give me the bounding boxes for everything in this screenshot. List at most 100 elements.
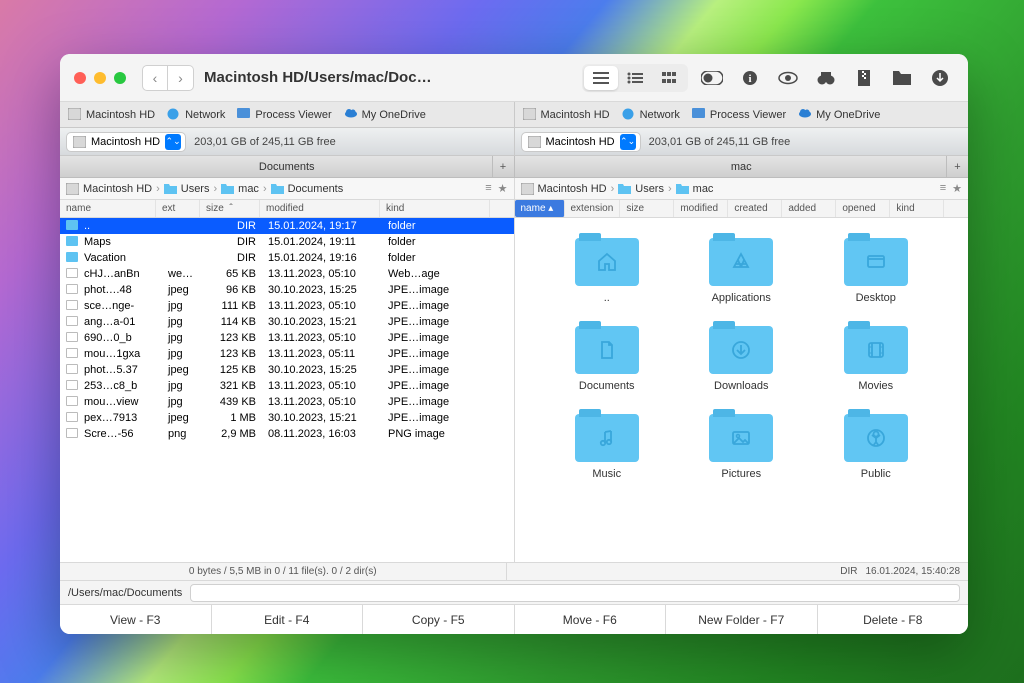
folder-label: Downloads <box>714 380 768 392</box>
file-list-pane[interactable]: ..DIR15.01.2024, 19:17folderMapsDIR15.01… <box>60 218 515 562</box>
chevron-right-icon: › <box>668 183 672 195</box>
folder-item[interactable]: Public <box>814 414 939 480</box>
new-tab-right-button[interactable]: + <box>946 156 968 177</box>
file-modified: 13.11.2023, 05:10 <box>262 268 382 280</box>
drive-tab[interactable]: Network <box>622 108 680 121</box>
file-ext: jpeg <box>162 284 202 296</box>
breadcrumb-item[interactable]: mac <box>238 183 259 195</box>
file-row[interactable]: pex…7913jpeg1 MB30.10.2023, 15:21JPE…ima… <box>60 410 514 426</box>
file-name: mou…1gxa <box>78 348 162 360</box>
column-header-extension[interactable]: extension <box>565 200 621 217</box>
column-header-size[interactable]: size ˆ <box>200 200 260 217</box>
folder-item[interactable]: Music <box>545 414 670 480</box>
file-row[interactable]: phot….48jpeg96 KB30.10.2023, 15:25JPE…im… <box>60 282 514 298</box>
folder-item[interactable]: Desktop <box>814 238 939 304</box>
file-row[interactable]: ang…a-01jpg114 KB30.10.2023, 15:21JPE…im… <box>60 314 514 330</box>
view-mode-grid[interactable] <box>652 66 686 90</box>
preview-icon[interactable] <box>774 66 802 90</box>
download-circle-icon[interactable] <box>926 66 954 90</box>
view-mode-list[interactable] <box>618 66 652 90</box>
column-header-name[interactable]: name ▴ <box>515 200 565 217</box>
info-icon[interactable]: i <box>736 66 764 90</box>
file-row[interactable]: cHJ…anBnwe…65 KB13.11.2023, 05:10Web…age <box>60 266 514 282</box>
file-row[interactable]: 690…0_bjpg123 KB13.11.2023, 05:10JPE…ima… <box>60 330 514 346</box>
new-tab-left-button[interactable]: + <box>492 156 514 177</box>
drive-tab[interactable]: Macintosh HD <box>68 108 155 121</box>
breadcrumb-item[interactable]: Macintosh HD <box>83 183 152 195</box>
folder-item[interactable]: .. <box>545 238 670 304</box>
column-header-modified[interactable]: modified <box>260 200 380 217</box>
column-header-name[interactable]: name <box>60 200 156 217</box>
file-row[interactable]: 253…c8_bjpg321 KB13.11.2023, 05:10JPE…im… <box>60 378 514 394</box>
drive-tab[interactable]: Network <box>167 108 225 121</box>
icon-grid-pane[interactable]: ..ApplicationsDesktop Documents Downloads M… <box>515 218 969 562</box>
column-header-created[interactable]: created <box>728 200 782 217</box>
back-button[interactable]: ‹ <box>142 65 168 91</box>
column-header-kind[interactable]: kind <box>890 200 944 217</box>
folder-toolbar-icon[interactable] <box>888 66 916 90</box>
column-header-modified[interactable]: modified <box>674 200 728 217</box>
drive-selector-right[interactable]: Macintosh HD ⌃⌄ <box>521 132 641 152</box>
forward-button[interactable]: › <box>168 65 194 91</box>
file-row[interactable]: phot…5.37jpeg125 KB30.10.2023, 15:25JPE…… <box>60 362 514 378</box>
pane-header-right[interactable]: mac + <box>515 156 969 178</box>
file-row[interactable]: mou…viewjpg439 KB13.11.2023, 05:10JPE…im… <box>60 394 514 410</box>
window-title: Macintosh HD/Users/mac/Docu... <box>204 69 434 86</box>
folder-item[interactable]: Pictures <box>679 414 804 480</box>
folder-item[interactable]: Applications <box>679 238 804 304</box>
breadcrumb-item[interactable]: Documents <box>288 183 344 195</box>
file-name: Scre…-56 <box>78 428 162 440</box>
file-row[interactable]: ..DIR15.01.2024, 19:17folder <box>60 218 514 234</box>
favorite-star-icon[interactable]: ★ <box>498 182 508 195</box>
file-row[interactable]: Scre…-56png2,9 MB08.11.2023, 16:03PNG im… <box>60 426 514 442</box>
file-row[interactable]: mou…1gxajpg123 KB13.11.2023, 05:11JPE…im… <box>60 346 514 362</box>
favorite-star-icon[interactable]: ★ <box>952 182 962 195</box>
drive-tab[interactable]: Process Viewer <box>692 108 786 121</box>
folder-item[interactable]: Movies <box>814 326 939 392</box>
drive-tab[interactable]: Macintosh HD <box>523 108 610 121</box>
file-name: Vacation <box>78 252 162 264</box>
drive-tab[interactable]: My OneDrive <box>798 108 880 121</box>
binoculars-icon[interactable] <box>812 66 840 90</box>
function-button[interactable]: Edit - F4 <box>212 605 364 634</box>
pane-header-left[interactable]: Documents + <box>60 156 515 178</box>
column-header-kind[interactable]: kind <box>380 200 490 217</box>
minimize-window-button[interactable] <box>94 72 106 84</box>
file-row[interactable]: MapsDIR15.01.2024, 19:11folder <box>60 234 514 250</box>
toggle-switch-icon[interactable] <box>698 66 726 90</box>
column-header-opened[interactable]: opened <box>836 200 890 217</box>
path-input[interactable] <box>190 584 960 602</box>
view-mode-bars[interactable] <box>584 66 618 90</box>
file-icon <box>66 412 78 422</box>
column-header-ext[interactable]: ext <box>156 200 200 217</box>
close-window-button[interactable] <box>74 72 86 84</box>
function-button[interactable]: View - F3 <box>60 605 212 634</box>
folder-item[interactable]: Documents <box>545 326 670 392</box>
breadcrumb-item[interactable]: Macintosh HD <box>538 183 607 195</box>
archive-icon[interactable] <box>850 66 878 90</box>
folder-icon <box>221 184 234 194</box>
list-small-icon[interactable]: ≡ <box>485 182 491 195</box>
file-size: 123 KB <box>202 348 262 360</box>
folder-icon <box>575 414 639 462</box>
file-icon <box>66 332 78 342</box>
function-button[interactable]: New Folder - F7 <box>666 605 818 634</box>
file-row[interactable]: sce…nge-jpg111 KB13.11.2023, 05:10JPE…im… <box>60 298 514 314</box>
folder-item[interactable]: Downloads <box>679 326 804 392</box>
file-row[interactable]: VacationDIR15.01.2024, 19:16folder <box>60 250 514 266</box>
drive-tab[interactable]: Process Viewer <box>237 108 331 121</box>
column-header-added[interactable]: added <box>782 200 836 217</box>
breadcrumb-item[interactable]: Users <box>635 183 664 195</box>
zoom-window-button[interactable] <box>114 72 126 84</box>
list-small-icon[interactable]: ≡ <box>940 182 946 195</box>
breadcrumb-item[interactable]: mac <box>693 183 714 195</box>
breadcrumb-item[interactable]: Users <box>181 183 210 195</box>
column-header-size[interactable]: size <box>620 200 674 217</box>
drive-tabs: Macintosh HD Network Process Viewer My OneD… <box>60 102 968 128</box>
function-button[interactable]: Copy - F5 <box>363 605 515 634</box>
drive-tab[interactable]: My OneDrive <box>344 108 426 121</box>
file-size: DIR <box>202 236 262 248</box>
function-button[interactable]: Delete - F8 <box>818 605 969 634</box>
drive-selector-left[interactable]: Macintosh HD ⌃⌄ <box>66 132 186 152</box>
function-button[interactable]: Move - F6 <box>515 605 667 634</box>
